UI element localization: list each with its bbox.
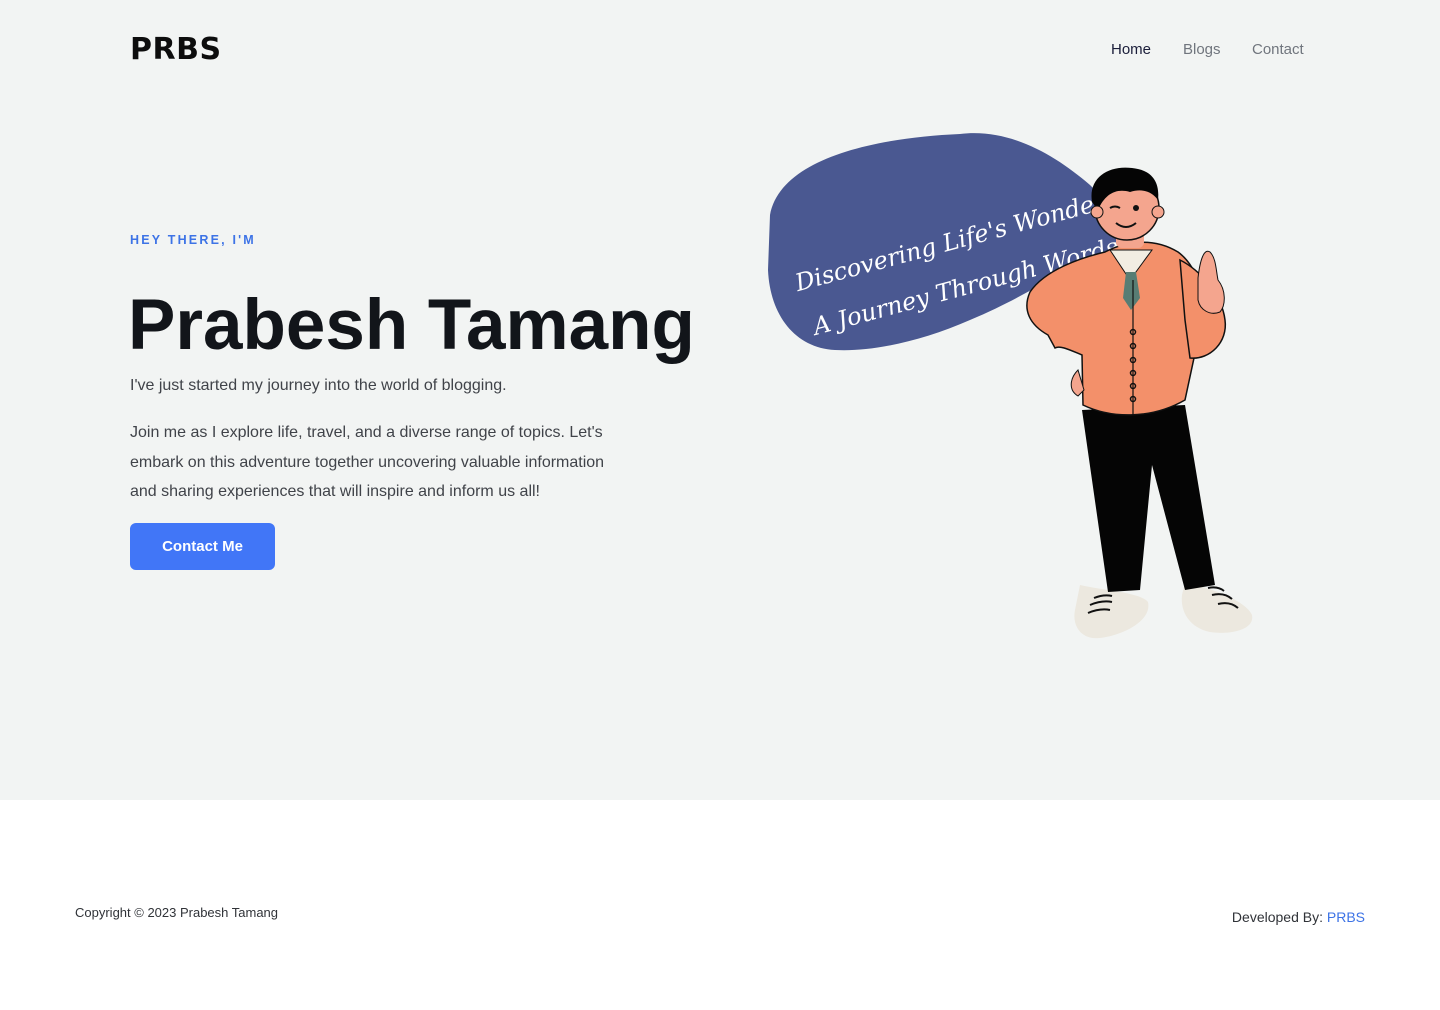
hero-name: Prabesh Tamang	[128, 286, 695, 365]
developer-link[interactable]: PRBS	[1327, 909, 1365, 925]
nav-contact[interactable]: Contact	[1252, 40, 1304, 60]
hero-description: Join me as I explore life, travel, and a…	[130, 424, 605, 500]
right-shoe	[1181, 582, 1253, 633]
left-shoe	[1074, 585, 1149, 639]
pants	[1082, 405, 1215, 592]
site-logo[interactable]: PRBS	[130, 34, 222, 66]
nav-blogs[interactable]: Blogs	[1183, 40, 1221, 60]
hero-eyebrow: HEY THERE, I'M	[130, 233, 256, 247]
hero-illustration: Discovering Life's Wonders A Journey Thr…	[768, 133, 1253, 639]
contact-me-button[interactable]: Contact Me	[130, 523, 275, 570]
developed-by-label: Developed By:	[1231, 909, 1323, 925]
thumbs-up-hand	[1197, 250, 1225, 314]
nav-home[interactable]: Home	[1111, 40, 1151, 60]
footer-copyright: Copyright © 2023 Prabesh Tamang	[75, 905, 279, 920]
footer-developed-by: Developed By: PRBS	[1232, 909, 1365, 925]
hero-subtitle: I've just started my journey into the wo…	[130, 377, 507, 394]
